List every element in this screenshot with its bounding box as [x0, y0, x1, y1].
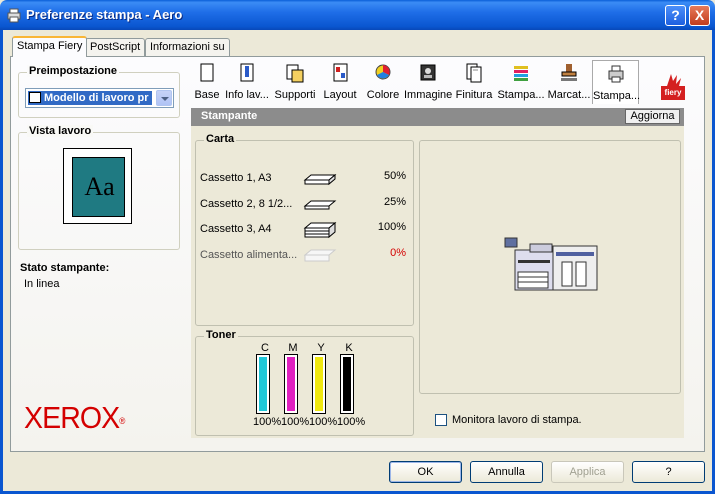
printer-status-label: Stato stampante:: [20, 262, 110, 274]
tray-row: Cassetto 1, A3 50%: [200, 170, 410, 188]
monitor-job-checkbox[interactable]: [435, 414, 447, 426]
paper-stack-icon: [303, 221, 337, 239]
xerox-logo: XEROX®: [24, 400, 125, 436]
help-title-button[interactable]: ?: [665, 5, 686, 26]
toolbar-label: Layout: [323, 89, 357, 101]
tray-percent: 25%: [383, 196, 406, 208]
toner-c-bar: [256, 354, 270, 414]
printer-icon: [7, 8, 21, 23]
printer-icon: [608, 65, 623, 83]
paper-tray-empty-icon: [303, 249, 337, 262]
toolbar-colore[interactable]: Colore: [366, 60, 400, 104]
job-preview: Aa: [63, 148, 132, 224]
toner-k-percent: 100%: [337, 416, 366, 428]
computer-icon: [29, 92, 41, 103]
toner-k-label: K: [345, 342, 353, 354]
tab-stampa-fiery[interactable]: Stampa Fiery: [12, 36, 88, 57]
toner-y-label: Y: [317, 342, 325, 354]
fiery-flame-icon: [661, 74, 685, 100]
registered-mark: ®: [119, 416, 125, 426]
toner-c-label: C: [261, 342, 269, 354]
printer-status-value: In linea: [24, 278, 60, 290]
apply-button[interactable]: Applica: [551, 461, 624, 483]
info-icon: [240, 63, 254, 82]
help-button[interactable]: ?: [632, 461, 705, 483]
toolbar-supporti[interactable]: Supporti: [274, 60, 316, 104]
toner-y-bar: [312, 354, 326, 414]
toner-c-fill: [259, 357, 267, 411]
toolbar-label: Supporti: [274, 89, 316, 101]
tray-percent: 0%: [390, 247, 406, 259]
xerox-logo-text: XEROX: [24, 400, 120, 435]
preset-value: Modello di lavoro pr: [28, 91, 152, 105]
toolbar-label: Info lav...: [225, 89, 269, 101]
ok-button[interactable]: OK: [389, 461, 462, 483]
tray-name: Cassetto 3, A4: [200, 223, 272, 235]
toolbar-label: Stampa...: [497, 89, 545, 101]
window-title: Preferenze stampa - Aero: [26, 7, 183, 22]
stack-icon: [514, 66, 528, 81]
tray-row: Cassetto alimenta... 0%: [200, 247, 410, 265]
printer-machine-icon: [504, 237, 598, 291]
page-icon: [200, 63, 214, 82]
title-bar: Preferenze stampa - Aero ? X: [0, 0, 715, 30]
layout-icon: [333, 63, 348, 82]
section-title: Stampante: [201, 110, 258, 122]
tray-percent: 100%: [377, 221, 406, 233]
toner-y-fill: [315, 357, 323, 411]
toolbar-label: Base: [194, 89, 220, 101]
toolbar-layout[interactable]: Layout: [322, 60, 358, 104]
toolbar-immagine[interactable]: Immagine: [404, 60, 452, 104]
toner-label: Toner: [204, 329, 238, 341]
tray-name: Cassetto 2, 8 1/2...: [200, 198, 293, 210]
toolbar-marcatura[interactable]: Marcat...: [546, 60, 592, 104]
refresh-button[interactable]: Aggiorna: [625, 109, 680, 124]
paper-label: Carta: [204, 133, 237, 145]
preset-label: Preimpostazione: [27, 65, 120, 77]
toolbar-finitura[interactable]: Finitura: [455, 60, 493, 104]
tray-row: Cassetto 2, 8 1/2... 25%: [200, 196, 410, 214]
fiery-logo: fiery: [659, 72, 687, 102]
media-icon: [286, 64, 304, 83]
close-button[interactable]: X: [689, 5, 710, 26]
tab-postscript[interactable]: PostScript: [85, 38, 146, 56]
toner-c-percent: 100%: [253, 416, 282, 428]
tray-name: Cassetto alimenta...: [200, 249, 298, 261]
toolbar-stampante[interactable]: Stampa...: [592, 60, 641, 104]
paper-stack-icon: [303, 173, 337, 186]
toner-m-label: M: [288, 342, 298, 354]
toolbar-label: Finitura: [455, 89, 493, 101]
toolbar-base[interactable]: Base: [194, 60, 220, 104]
toner-k-bar: [340, 354, 354, 414]
tray-name: Cassetto 1, A3: [200, 172, 272, 184]
toner-m-percent: 100%: [281, 416, 310, 428]
color-icon: [375, 64, 391, 80]
preset-select[interactable]: Modello di lavoro pr: [25, 88, 174, 108]
toolbar-label: Stampa...: [593, 90, 641, 102]
preview-page: Aa: [72, 157, 125, 217]
toolbar-info[interactable]: Info lav...: [224, 60, 270, 104]
tray-percent: 50%: [383, 170, 406, 182]
chevron-down-icon[interactable]: [156, 90, 172, 106]
job-view-label: Vista lavoro: [27, 125, 94, 137]
toolbar-label: Marcat...: [547, 89, 591, 101]
image-icon: [420, 64, 436, 81]
toolbar-label: Immagine: [404, 89, 453, 101]
finishing-icon: [466, 63, 482, 83]
monitor-job-label[interactable]: Monitora lavoro di stampa.: [452, 414, 582, 426]
toolbar-stampa-1[interactable]: Stampa...: [497, 60, 545, 104]
tab-informazioni[interactable]: Informazioni su: [145, 38, 230, 56]
fiery-logo-text: fiery: [664, 88, 682, 97]
toner-y-percent: 100%: [309, 416, 338, 428]
tray-row: Cassetto 3, A4 100%: [200, 221, 410, 239]
toner-m-fill: [287, 357, 295, 411]
paper-stack-icon: [303, 200, 337, 210]
cancel-button[interactable]: Annulla: [470, 461, 543, 483]
stamp-icon: [561, 64, 577, 81]
preview-text: Aa: [84, 172, 115, 201]
section-header: Stampante: [191, 108, 684, 126]
toner-k-fill: [343, 357, 351, 411]
toner-m-bar: [284, 354, 298, 414]
toolbar-label: Colore: [366, 89, 400, 101]
